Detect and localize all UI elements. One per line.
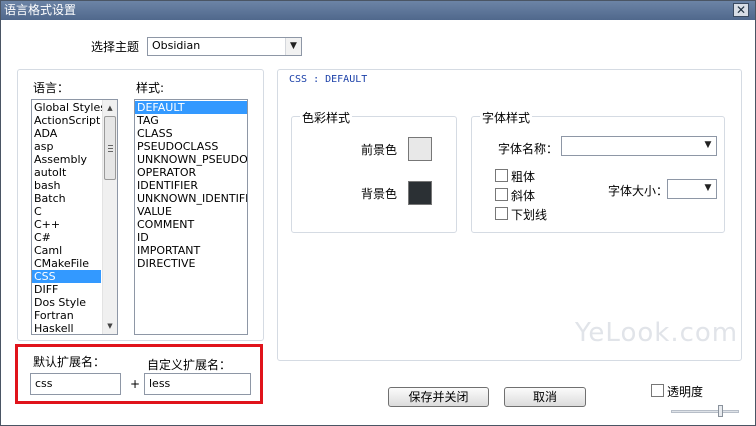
- list-item[interactable]: COMMENT: [135, 218, 247, 231]
- list-item[interactable]: Fortran: [32, 309, 101, 322]
- custom-extension-label: 自定义扩展名：: [147, 358, 232, 372]
- list-item[interactable]: IMPORTANT: [135, 244, 247, 257]
- title-bar[interactable]: 语言格式设置 ✕: [1, 1, 755, 20]
- font-size-select[interactable]: ▼: [667, 179, 717, 199]
- color-style-group: 色彩样式: [291, 109, 457, 233]
- list-item[interactable]: C++: [32, 218, 101, 231]
- color-style-title: 色彩样式: [300, 109, 353, 126]
- custom-extension-input[interactable]: less: [144, 373, 251, 395]
- list-item[interactable]: Global Styles: [32, 101, 106, 114]
- list-item[interactable]: Caml: [32, 244, 101, 257]
- scroll-up-icon[interactable]: ▲: [103, 101, 117, 115]
- list-item[interactable]: DEFAULT: [135, 101, 247, 114]
- foreground-color-swatch[interactable]: [408, 137, 432, 161]
- font-style-title: 字体样式: [480, 109, 533, 126]
- transparency-slider-track[interactable]: [671, 410, 739, 413]
- list-item[interactable]: Assembly: [32, 153, 101, 166]
- italic-label: 斜体: [511, 189, 536, 203]
- background-color-swatch[interactable]: [408, 181, 432, 205]
- transparency-checkbox[interactable]: [651, 384, 664, 397]
- list-item[interactable]: ID: [135, 231, 247, 244]
- list-item[interactable]: VALUE: [135, 205, 247, 218]
- list-item[interactable]: ADA: [32, 127, 101, 140]
- plus-sign: +: [130, 377, 141, 391]
- language-label: 语言：: [33, 81, 70, 95]
- dialog-window: 语言格式设置 ✕ 选择主题 Obsidian ▼ 语言： 样式: Global …: [0, 0, 756, 426]
- list-item[interactable]: PSEUDOCLASS: [135, 140, 247, 153]
- list-item[interactable]: CSS: [32, 270, 101, 283]
- list-item[interactable]: Haskell: [32, 322, 101, 334]
- list-item[interactable]: IDENTIFIER: [135, 179, 247, 192]
- list-item[interactable]: CLASS: [135, 127, 247, 140]
- list-item[interactable]: DIRECTIVE: [135, 257, 247, 270]
- list-item[interactable]: DIFF: [32, 283, 101, 296]
- panel-heading: CSS : DEFAULT: [289, 74, 368, 85]
- list-item[interactable]: ActionScript: [32, 114, 101, 127]
- style-label: 样式:: [136, 81, 165, 95]
- font-name-select[interactable]: ▼: [561, 136, 717, 156]
- font-style-group: 字体样式: [471, 109, 725, 233]
- scrollbar-thumb[interactable]: [104, 116, 116, 180]
- list-item[interactable]: OPERATOR: [135, 166, 247, 179]
- foreground-label: 前景色: [361, 143, 398, 157]
- list-item[interactable]: bash: [32, 179, 101, 192]
- list-item[interactable]: C#: [32, 231, 101, 244]
- transparency-slider-handle[interactable]: [718, 405, 723, 417]
- list-item[interactable]: asp: [32, 140, 101, 153]
- language-list[interactable]: Global Styles ActionScript ADA asp Assembly a…: [31, 99, 118, 335]
- list-item[interactable]: TAG: [135, 114, 247, 127]
- list-item[interactable]: autoIt: [32, 166, 101, 179]
- chevron-down-icon: ▼: [700, 137, 716, 155]
- font-name-label: 字体名称：: [498, 142, 559, 156]
- font-size-label: 字体大小：: [608, 184, 669, 198]
- transparency-label: 透明度: [667, 385, 704, 399]
- list-item[interactable]: C: [32, 205, 101, 218]
- chevron-down-icon: ▼: [700, 180, 716, 198]
- default-extension-label: 默认扩展名：: [33, 355, 106, 369]
- scroll-down-icon[interactable]: ▼: [103, 319, 117, 333]
- list-item[interactable]: UNKNOWN_PSEUDOCL: [135, 153, 247, 166]
- list-item[interactable]: UNKNOWN_IDENTIFIE: [135, 192, 247, 205]
- underline-label: 下划线: [511, 208, 548, 222]
- close-icon[interactable]: ✕: [733, 3, 749, 17]
- language-list-scrollbar[interactable]: ▲ ▼: [102, 100, 117, 334]
- save-close-button[interactable]: 保存并关闭: [388, 387, 489, 407]
- list-item[interactable]: Batch: [32, 192, 101, 205]
- italic-checkbox[interactable]: [495, 188, 508, 201]
- list-item[interactable]: CMakeFile: [32, 257, 101, 270]
- watermark-logo: YeLook.com: [575, 318, 739, 348]
- cancel-button[interactable]: 取消: [504, 387, 586, 407]
- theme-select-value: Obsidian: [152, 39, 201, 52]
- bold-checkbox[interactable]: [495, 169, 508, 182]
- style-list[interactable]: DEFAULT TAG CLASS PSEUDOCLASS UNKNOWN_PSEUDO…: [134, 99, 248, 335]
- default-extension-input[interactable]: css: [30, 373, 121, 395]
- background-label: 背景色: [361, 187, 398, 201]
- bold-label: 粗体: [511, 170, 536, 184]
- theme-label: 选择主题: [91, 40, 140, 54]
- list-item[interactable]: Dos Style: [32, 296, 101, 309]
- theme-select[interactable]: Obsidian ▼: [147, 37, 302, 56]
- window-title: 语言格式设置: [4, 3, 77, 17]
- underline-checkbox[interactable]: [495, 207, 508, 220]
- chevron-down-icon: ▼: [285, 38, 301, 55]
